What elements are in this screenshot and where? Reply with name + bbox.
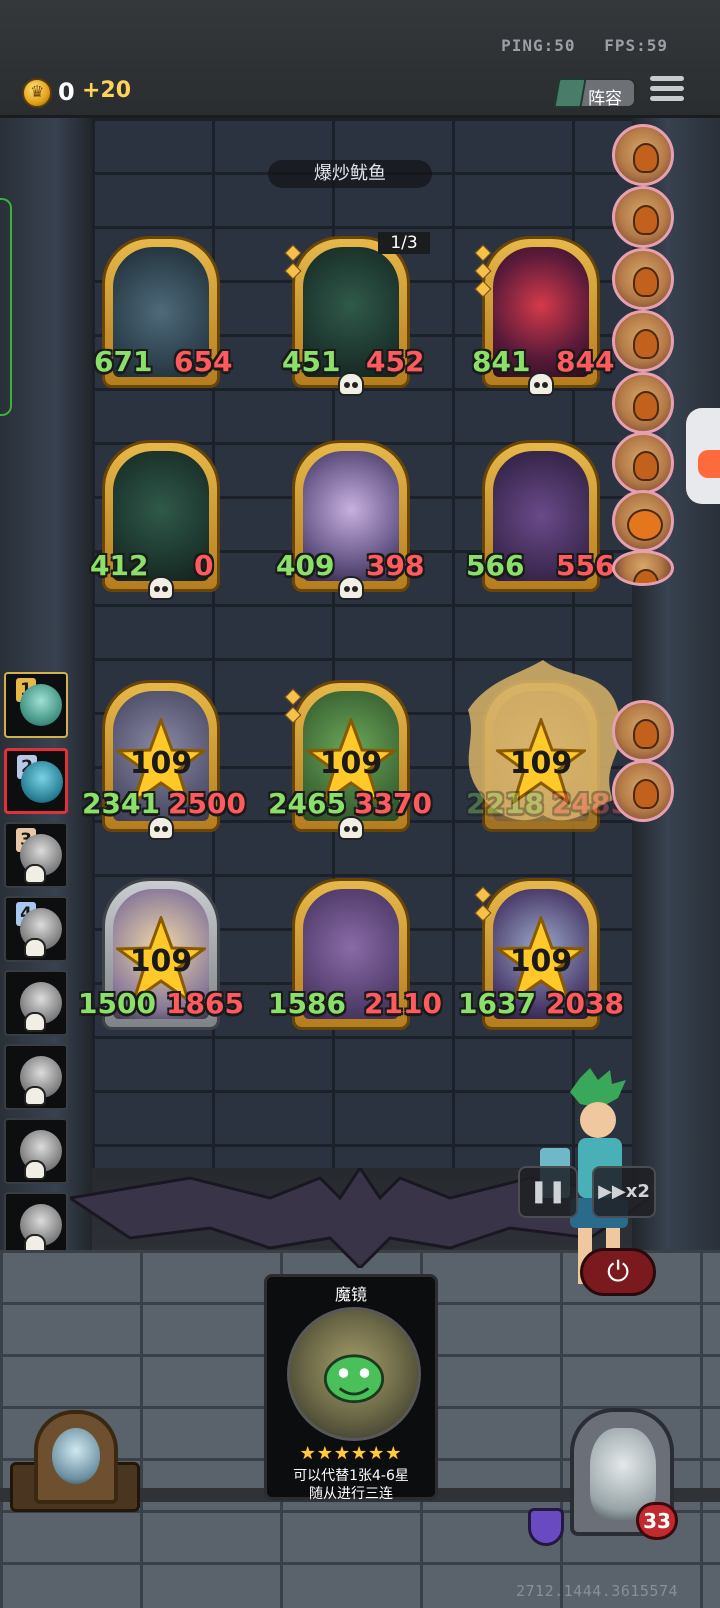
opponent-name: 爆炒鱿鱼 [268,160,432,188]
health-value: 2110 [364,987,442,1020]
queue-portrait[interactable] [612,372,674,434]
queue-portrait[interactable] [612,310,674,372]
attack-value: 566 [466,549,525,582]
gold-income: +20 [82,78,132,103]
queue-portrait[interactable] [612,124,674,186]
queue-portrait[interactable] [612,248,674,310]
health-value: 1865 [166,987,244,1020]
spell-description: 可以代替1张4-6星 随从进行三连 [271,1467,431,1503]
player-hero-portrait[interactable] [34,1410,118,1504]
attack-value: 451 [282,345,341,378]
side-tab-button[interactable] [686,408,720,504]
triple-counter: 1/3 [378,232,430,254]
pumpkin-portrait[interactable] [612,490,674,552]
spell-art [287,1307,421,1441]
skull-icon [24,1160,46,1180]
attack-value: 409 [276,549,335,582]
health-value: 2038 [546,987,624,1020]
health-value: 654 [174,345,233,378]
player-rank-slot[interactable]: 3 [4,822,68,888]
attack-value: 1586 [268,987,346,1020]
level-value: 109 [509,746,573,781]
level-value: 109 [509,944,573,979]
skull-icon [338,576,364,600]
lineup-label: 阵容 [588,89,622,109]
skull-icon [24,1086,46,1106]
queue-portrait[interactable] [612,550,674,586]
skull-icon [148,576,174,600]
skull-icon [338,372,364,396]
spell-card[interactable]: 魔镜 ★★★★★★ 可以代替1张4-6星 随从进行三连 [264,1274,438,1503]
spell-stars: ★★★★★★ [299,1443,403,1464]
health-value: 452 [366,345,425,378]
lineup-button[interactable]: 阵容 [553,78,636,109]
level-value: 109 [129,944,193,979]
queue-portrait[interactable] [612,432,674,494]
skull-icon [148,816,174,840]
top-bar: PING:50 FPS:59 0 +20 阵容 [0,0,720,118]
spell-desc-line: 随从进行三连 [309,1486,393,1502]
power-button[interactable] [580,1248,656,1296]
player-rank-slot[interactable] [4,1118,68,1184]
fps-readout: FPS:59 [604,36,668,55]
health-value: 2500 [168,787,246,820]
opponent-health: 33 [636,1502,678,1540]
avatar [21,761,63,803]
player-rank-slot[interactable]: 1 [4,672,68,738]
queue-portrait[interactable] [612,760,674,822]
skull-icon [24,864,46,884]
attack-value: 2218 [466,787,544,820]
attack-value: 412 [90,549,149,582]
shield-icon [528,1508,564,1546]
attack-value: 1500 [78,987,156,1020]
game-stage: PING:50 FPS:59 0 +20 阵容 爆炒鱿鱼 671 654 1/3… [0,0,720,1608]
attack-value: 2341 [82,787,160,820]
book-icon [553,78,587,108]
pause-button[interactable]: ❚❚ [518,1166,578,1218]
skull-icon [338,816,364,840]
level-value: 109 [129,746,193,781]
spell-desc-line: 可以代替1张4-6星 [293,1468,409,1484]
health-value: 3370 [354,787,432,820]
skull-icon [528,372,554,396]
ping-readout: PING:50 [501,36,576,55]
player-rank-slot[interactable]: 4 [4,896,68,962]
spell-title: 魔镜 [334,1285,367,1304]
skull-icon [24,938,46,958]
coin-icon [22,78,52,108]
health-value: 844 [556,345,615,378]
level-value: 109 [319,746,383,781]
player-rank-slot[interactable] [4,1192,68,1258]
match-id: 2712.1444.3615574 [516,1582,679,1600]
attack-value: 2465 [268,787,346,820]
avatar [52,1428,100,1484]
avatar [20,684,62,726]
network-info: PING:50 FPS:59 [483,36,668,55]
attack-value: 1637 [458,987,536,1020]
attack-value: 841 [472,345,531,378]
speed-button[interactable]: ▶▶x2 [592,1166,656,1218]
player-rank-slot[interactable]: 2 [4,748,68,814]
health-value: 0 [194,549,214,582]
queue-portrait[interactable] [612,186,674,248]
gold-count: 0 [58,78,75,106]
green-side-indicator [0,198,12,416]
health-value: 398 [366,549,425,582]
attack-value: 671 [94,345,153,378]
goblin-face-icon [323,1354,385,1404]
queue-portrait[interactable] [612,700,674,762]
menu-icon[interactable] [650,76,684,104]
player-rank-slot[interactable] [4,970,68,1036]
health-value: 556 [556,549,615,582]
skull-icon [24,1012,46,1032]
player-rank-slot[interactable] [4,1044,68,1110]
